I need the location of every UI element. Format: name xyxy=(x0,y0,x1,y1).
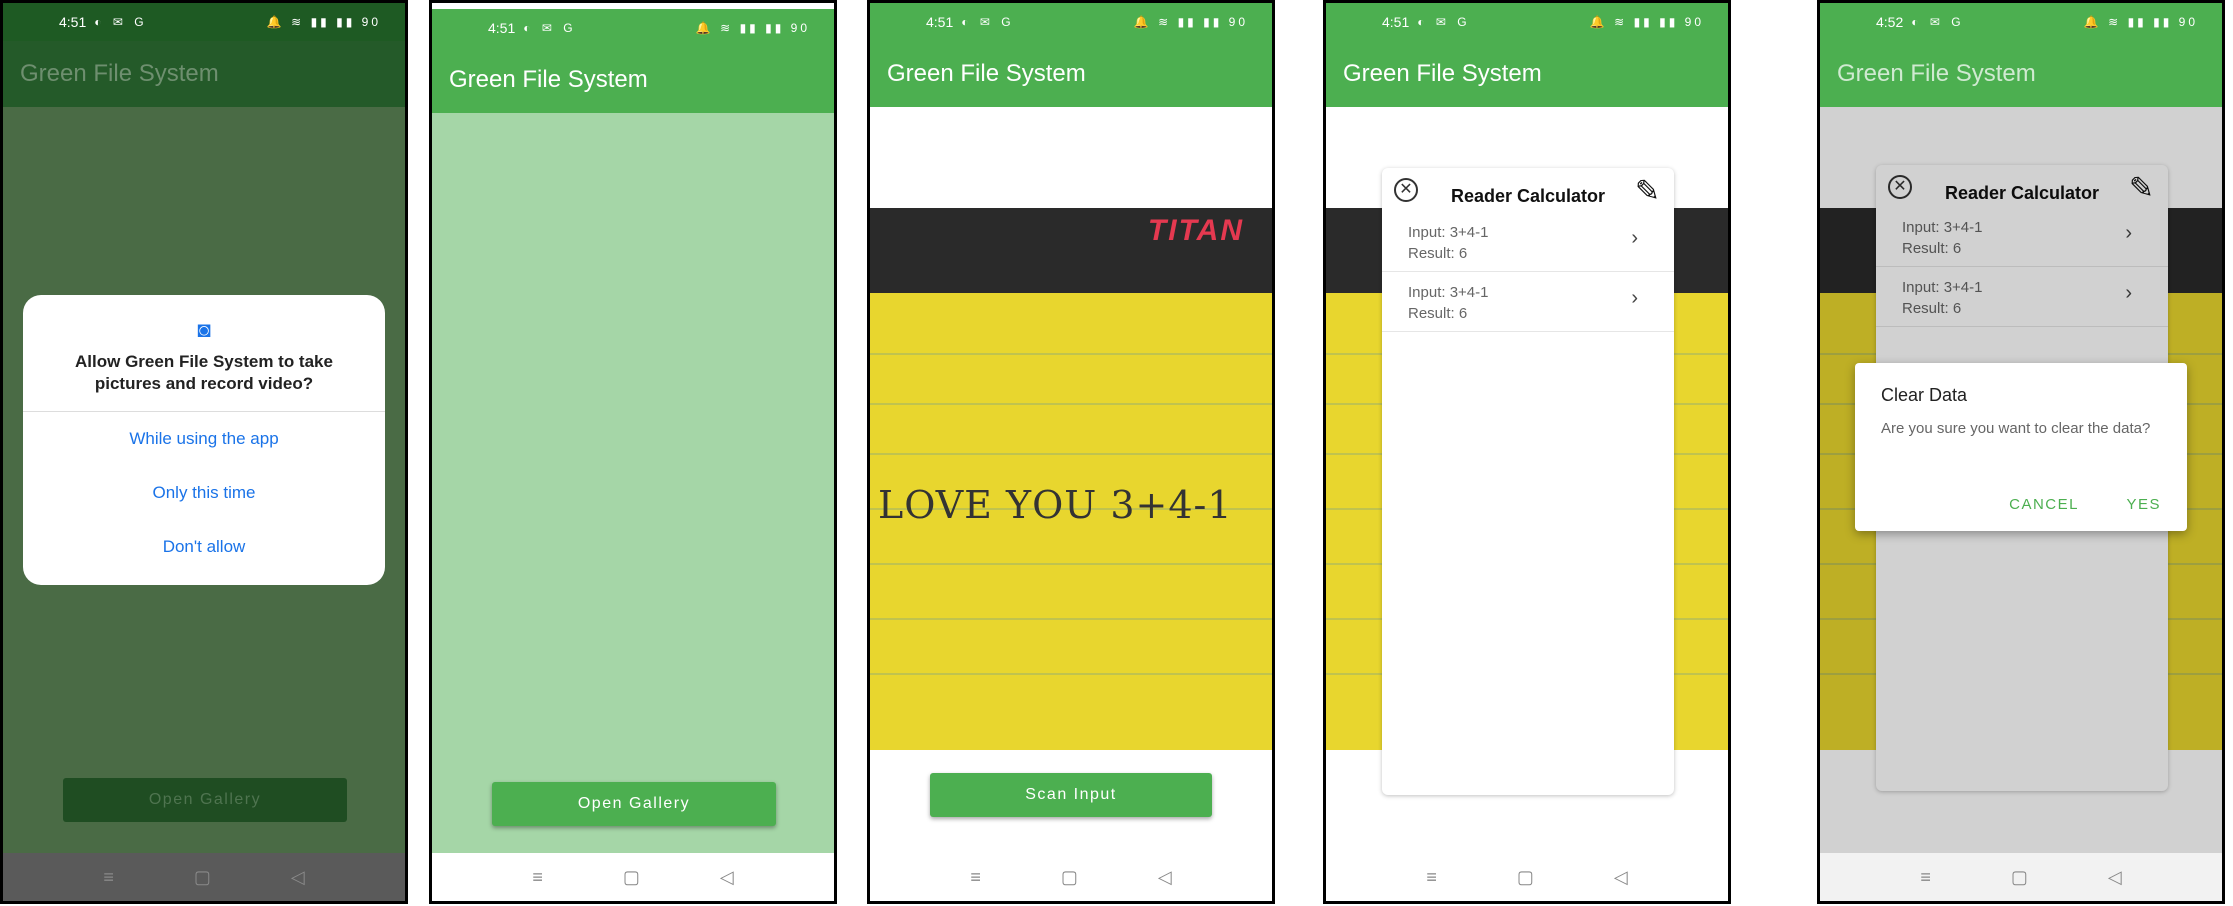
menu-icon[interactable]: ≡ xyxy=(1920,867,1931,888)
photo-brand-text: TITAN xyxy=(1147,214,1244,247)
result-row[interactable]: Input: 3+4-1 Result: 6 › xyxy=(1382,274,1674,332)
status-bar: 4:51 ◐ ✉ G 🔔 ≋ ▮▮ ▮▮ 90 xyxy=(432,9,834,47)
app-bar: Green File System xyxy=(1326,41,1728,107)
status-time: 4:51 xyxy=(59,14,87,30)
permission-dialog: ◙ Allow Green File System to take pictur… xyxy=(23,295,385,585)
nav-bar: ≡ ▢ ◁ xyxy=(3,853,405,901)
reader-calculator-sheet: ✕ Reader Calculator ✎ Input: 3+4-1 Resul… xyxy=(1382,168,1674,795)
cancel-button[interactable]: CANCEL xyxy=(2009,496,2079,513)
result-row[interactable]: Input: 3+4-1 Result: 6 › xyxy=(1382,214,1674,272)
nav-bar: ≡ ▢ ◁ xyxy=(1326,853,1728,901)
status-bar: 4:51 ◐ ✉ G 🔔 ≋ ▮▮ ▮▮ 90 xyxy=(1326,3,1728,41)
yes-button[interactable]: YES xyxy=(2126,496,2161,513)
chevron-right-icon: › xyxy=(1631,287,1638,309)
open-gallery-button[interactable]: Open Gallery xyxy=(492,782,776,826)
screen-scan: 4:51 ◐ ✉ G 🔔 ≋ ▮▮ ▮▮ 90 Green File Syste… xyxy=(867,0,1275,904)
status-bar: 4:51 ◐ ✉ G 🔔 ≋ ▮▮ ▮▮ 90 xyxy=(3,3,405,41)
status-time: 4:51 xyxy=(926,14,954,30)
allow-once-button[interactable]: Only this time xyxy=(23,476,385,530)
status-icons: ◐ ✉ G xyxy=(961,15,1015,29)
app-bar: Green File System xyxy=(870,41,1272,107)
photo-handwriting: LOVE YOU 3+4-1 xyxy=(878,483,1233,527)
status-icons: ◐ ✉ G xyxy=(1417,15,1471,29)
status-indicators: 🔔 ≋ ▮▮ ▮▮ 90 xyxy=(266,15,381,29)
screen-permission: 4:51 ◐ ✉ G 🔔 ≋ ▮▮ ▮▮ 90 Green File Syste… xyxy=(0,0,408,904)
captured-photo: TITAN LOVE YOU 3+4-1 xyxy=(870,208,1272,750)
open-gallery-button: Open Gallery xyxy=(63,778,347,822)
deny-button[interactable]: Don't allow xyxy=(23,530,385,584)
status-indicators: 🔔 ≋ ▮▮ ▮▮ 90 xyxy=(2083,15,2198,29)
status-indicators: 🔔 ≋ ▮▮ ▮▮ 90 xyxy=(695,21,810,35)
app-title: Green File System xyxy=(449,66,648,93)
status-indicators: 🔔 ≋ ▮▮ ▮▮ 90 xyxy=(1133,15,1248,29)
nav-bar: ≡ ▢ ◁ xyxy=(870,853,1272,901)
home-icon[interactable]: ▢ xyxy=(623,867,640,888)
chevron-right-icon: › xyxy=(1631,227,1638,249)
divider xyxy=(23,411,385,412)
home-icon[interactable]: ▢ xyxy=(1517,867,1534,888)
back-icon[interactable]: ◁ xyxy=(291,867,305,888)
status-icons: ◐ ✉ G xyxy=(1911,15,1965,29)
back-icon[interactable]: ◁ xyxy=(1158,867,1172,888)
app-title: Green File System xyxy=(1343,60,1542,87)
menu-icon[interactable]: ≡ xyxy=(970,867,981,888)
app-title: Green File System xyxy=(887,60,1086,87)
app-bar: Green File System xyxy=(432,47,834,113)
home-icon[interactable]: ▢ xyxy=(1061,867,1078,888)
dialog-message: Are you sure you want to clear the data? xyxy=(1881,420,2151,437)
gallery-area xyxy=(432,113,834,853)
app-title: Green File System xyxy=(20,60,219,87)
status-bar: 4:51 ◐ ✉ G 🔔 ≋ ▮▮ ▮▮ 90 xyxy=(870,3,1272,41)
back-icon[interactable]: ◁ xyxy=(1614,867,1628,888)
nav-bar: ≡ ▢ ◁ xyxy=(1820,853,2222,901)
camera-icon: ◙ xyxy=(197,317,211,342)
status-time: 4:51 xyxy=(488,20,516,36)
edit-icon[interactable]: ✎ xyxy=(1635,174,1660,209)
top-edge xyxy=(432,3,834,9)
menu-icon[interactable]: ≡ xyxy=(1426,867,1437,888)
status-icons: ◐ ✉ G xyxy=(94,15,148,29)
clear-data-dialog: Clear Data Are you sure you want to clea… xyxy=(1855,363,2187,531)
dialog-title: Clear Data xyxy=(1881,385,1968,405)
app-title: Green File System xyxy=(1837,60,2036,87)
scan-input-button[interactable]: Scan Input xyxy=(930,773,1212,817)
status-time: 4:52 xyxy=(1876,14,1904,30)
nav-bar: ≡ ▢ ◁ xyxy=(432,853,834,901)
screen-gallery: 4:51 ◐ ✉ G 🔔 ≋ ▮▮ ▮▮ 90 Green File Syste… xyxy=(429,0,837,904)
back-icon[interactable]: ◁ xyxy=(2108,867,2122,888)
home-icon[interactable]: ▢ xyxy=(2011,867,2028,888)
status-indicators: 🔔 ≋ ▮▮ ▮▮ 90 xyxy=(1589,15,1704,29)
allow-while-using-button[interactable]: While using the app xyxy=(23,422,385,476)
app-bar: Green File System xyxy=(3,41,405,107)
menu-icon[interactable]: ≡ xyxy=(532,867,543,888)
home-icon[interactable]: ▢ xyxy=(194,867,211,888)
status-icons: ◐ ✉ G xyxy=(523,21,577,35)
screen-clear-data: 4:52 ◐ ✉ G 🔔 ≋ ▮▮ ▮▮ 90 Green File Syste… xyxy=(1817,0,2225,904)
screen-results: 4:51 ◐ ✉ G 🔔 ≋ ▮▮ ▮▮ 90 Green File Syste… xyxy=(1323,0,1731,904)
menu-icon[interactable]: ≡ xyxy=(103,867,114,888)
back-icon[interactable]: ◁ xyxy=(720,867,734,888)
sheet-title: Reader Calculator xyxy=(1450,186,1606,206)
status-bar: 4:52 ◐ ✉ G 🔔 ≋ ▮▮ ▮▮ 90 xyxy=(1820,3,2222,41)
permission-question: Allow Green File System to take pictures… xyxy=(75,352,333,393)
status-time: 4:51 xyxy=(1382,14,1410,30)
app-bar: Green File System xyxy=(1820,41,2222,107)
